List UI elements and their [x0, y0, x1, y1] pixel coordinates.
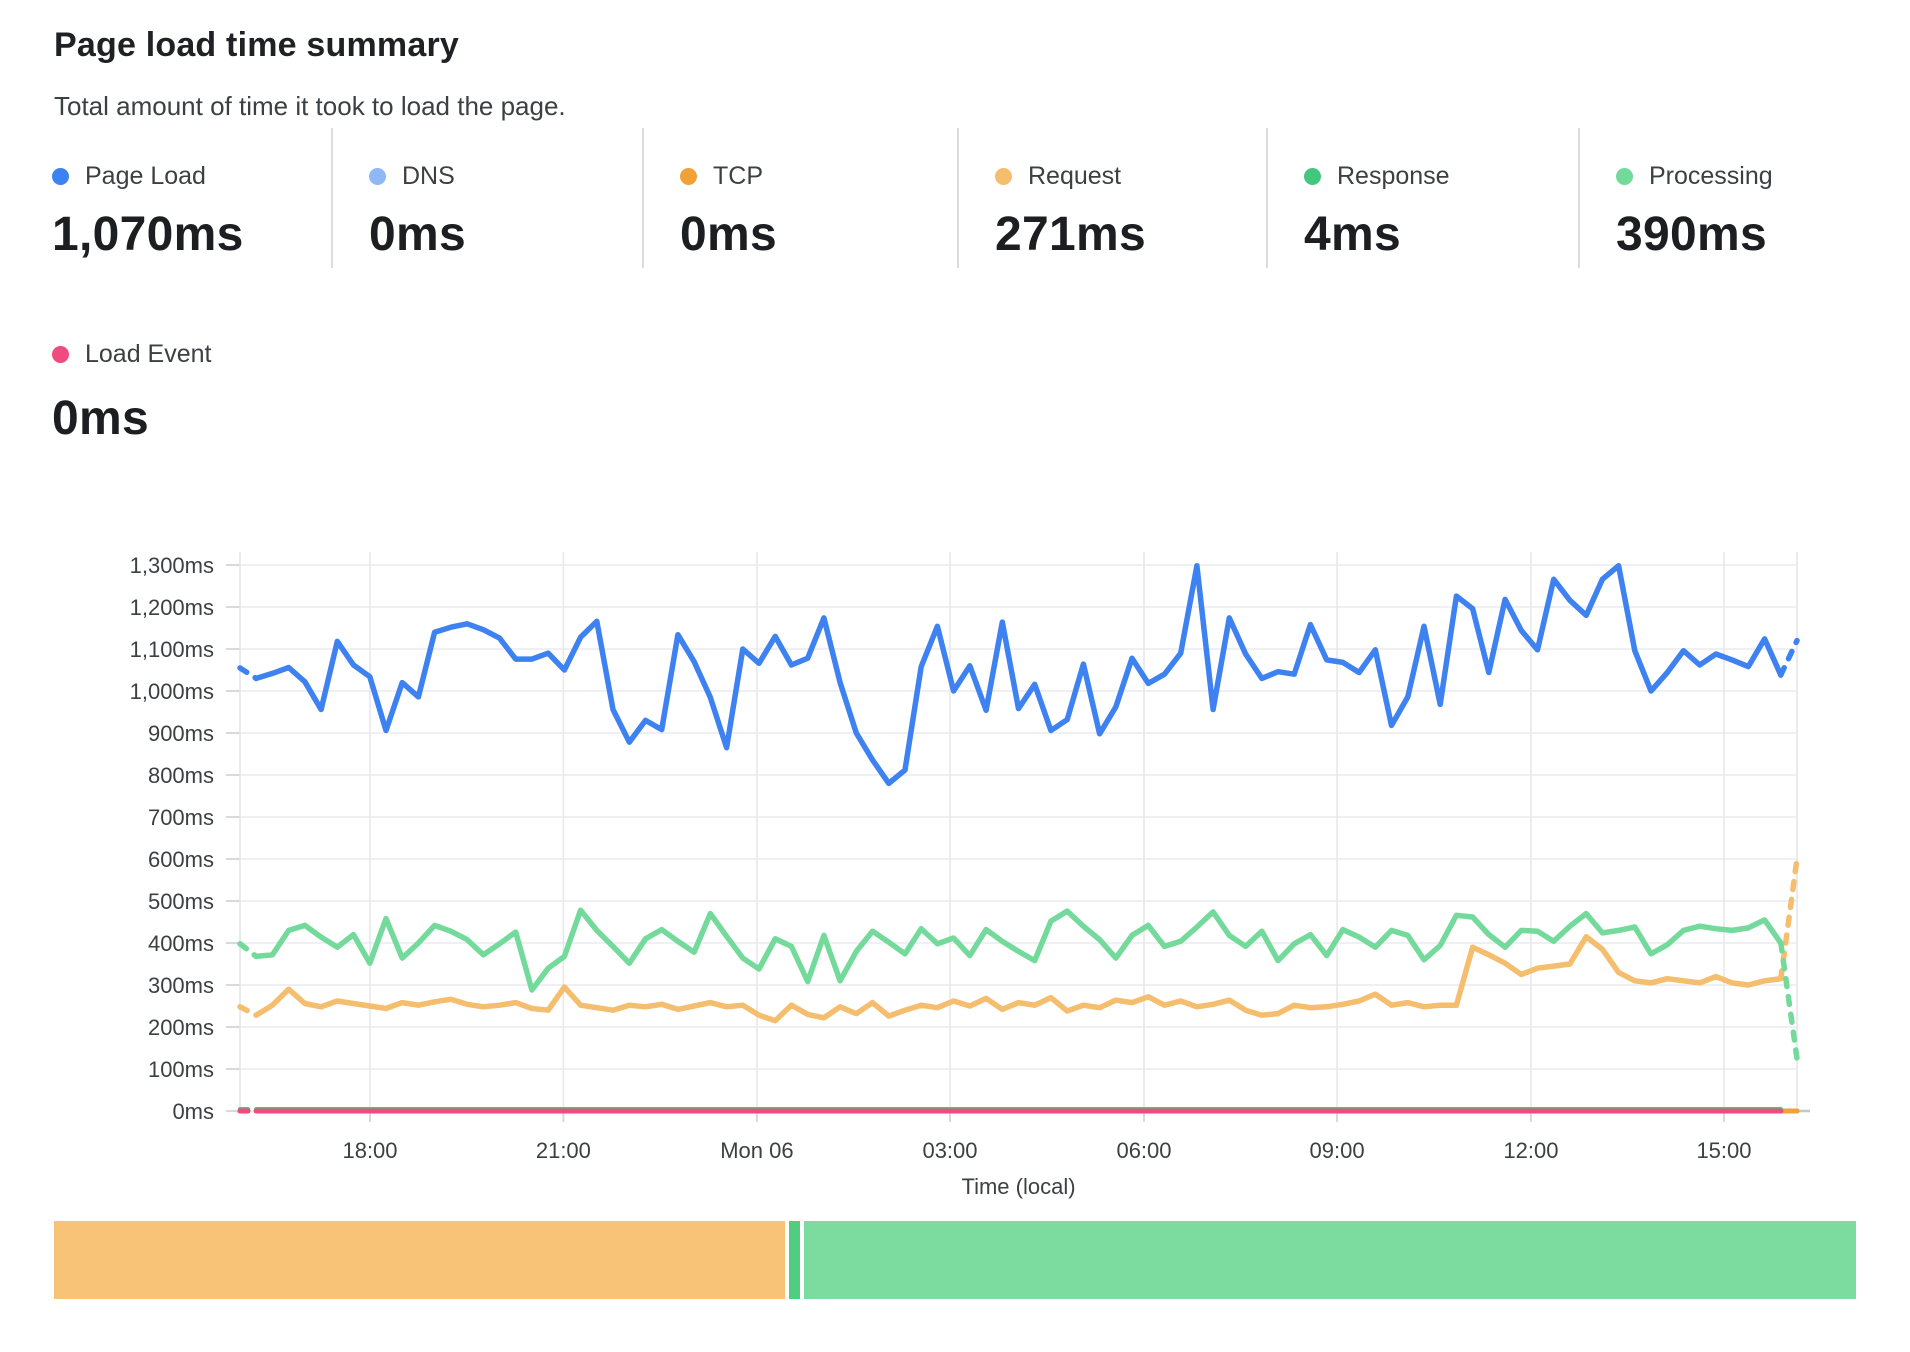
timing-breakdown-bar [54, 1221, 1856, 1299]
x-axis-tick-label: 21:00 [536, 1138, 591, 1163]
y-axis-tick-label: 300ms [148, 973, 214, 998]
series-page-load [256, 566, 1781, 784]
y-axis-tick-label: 900ms [148, 721, 214, 746]
y-axis-tick-label: 700ms [148, 805, 214, 830]
load-time-chart[interactable]: 0ms 100ms 200ms 300ms 400ms 500ms 600ms 700ms 80… [0, 0, 1910, 1352]
series-page-load [240, 668, 256, 679]
series-processing [1781, 943, 1797, 1059]
y-axis-tick-label: 200ms [148, 1015, 214, 1040]
y-axis-tick-label: 800ms [148, 763, 214, 788]
y-axis-tick-label: 500ms [148, 889, 214, 914]
y-axis-tick-label: 100ms [148, 1057, 214, 1082]
series-page-load [1781, 641, 1797, 675]
x-axis-title: Time (local) [961, 1174, 1075, 1199]
x-axis-tick-label: 09:00 [1310, 1138, 1365, 1163]
y-axis-tick-label: 1,000ms [130, 679, 214, 704]
x-axis-tick-label: 15:00 [1696, 1138, 1751, 1163]
x-axis-tick-label: 18:00 [342, 1138, 397, 1163]
x-axis-tick-label: 12:00 [1503, 1138, 1558, 1163]
bar-segment-request-share [54, 1221, 785, 1299]
chart-grid [226, 552, 1810, 1122]
page-load-summary-panel: Page load time summary Total amount of t… [0, 0, 1910, 1352]
y-axis-tick-label: 1,100ms [130, 637, 214, 662]
y-axis-tick-label: 0ms [172, 1099, 214, 1124]
series-processing [240, 944, 256, 957]
y-axis-tick-label: 1,200ms [130, 595, 214, 620]
x-axis-tick-label: 03:00 [922, 1138, 977, 1163]
bar-segment-processing-share [804, 1221, 1856, 1299]
x-axis-tick-label: Mon 06 [720, 1138, 793, 1163]
y-axis-tick-label: 600ms [148, 847, 214, 872]
bar-segment-response-share [789, 1221, 800, 1299]
y-axis-tick-label: 400ms [148, 931, 214, 956]
chart-series [240, 566, 1797, 1111]
x-axis-tick-label: 06:00 [1116, 1138, 1171, 1163]
series-processing [256, 910, 1781, 990]
y-axis-tick-label: 1,300ms [130, 553, 214, 578]
